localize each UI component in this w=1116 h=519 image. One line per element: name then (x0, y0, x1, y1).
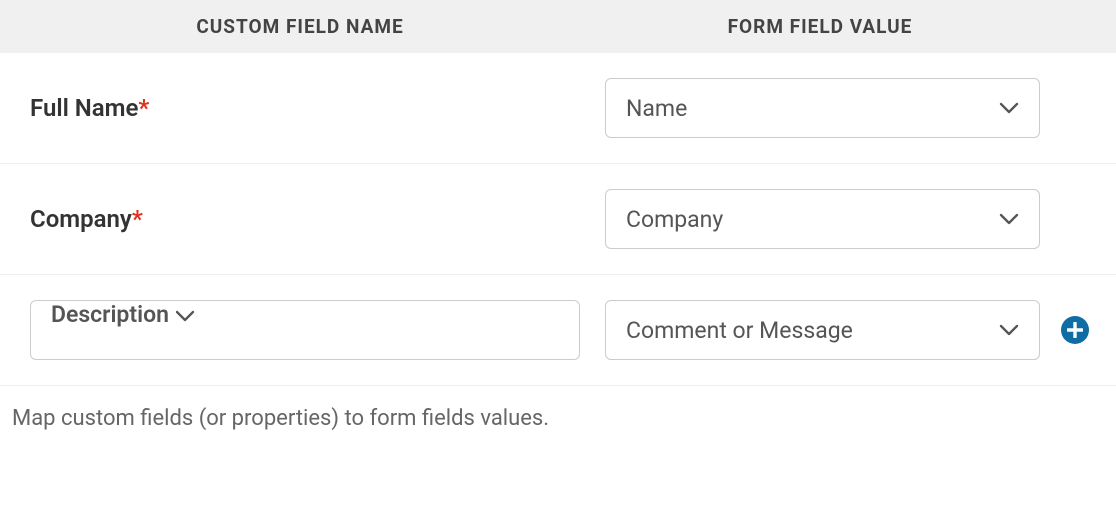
label-text: Full Name (30, 94, 138, 122)
footer-help-text: Map custom fields (or properties) to for… (0, 386, 1116, 451)
chevron-down-icon (999, 324, 1019, 336)
chevron-down-icon (999, 213, 1019, 225)
chevron-down-icon (175, 310, 195, 322)
select-value: Company (626, 206, 723, 233)
select-value: Description (51, 301, 169, 328)
field-label-company: Company* (30, 205, 605, 233)
custom-value-select[interactable]: Comment or Message (605, 300, 1040, 360)
table-header: CUSTOM FIELD NAME FORM FIELD VALUE (0, 0, 1116, 53)
header-form-field-value: FORM FIELD VALUE (600, 15, 1040, 38)
field-label-full-name: Full Name* (30, 94, 605, 122)
header-custom-field-name: CUSTOM FIELD NAME (0, 15, 600, 38)
chevron-down-icon (999, 102, 1019, 114)
mapping-row: Company* Company (0, 164, 1116, 275)
add-mapping-button[interactable] (1061, 316, 1089, 344)
value-select-full-name[interactable]: Name (605, 78, 1040, 138)
mapping-row: Full Name* Name (0, 53, 1116, 164)
label-text: Company (30, 205, 132, 233)
select-value: Comment or Message (626, 317, 853, 344)
required-marker: * (132, 205, 143, 233)
required-marker: * (138, 94, 149, 122)
value-select-company[interactable]: Company (605, 189, 1040, 249)
custom-field-select[interactable]: Description (30, 300, 580, 360)
plus-icon (1067, 322, 1083, 338)
select-value: Name (626, 95, 687, 122)
custom-mapping-row: Description Comment or Message (0, 275, 1116, 386)
